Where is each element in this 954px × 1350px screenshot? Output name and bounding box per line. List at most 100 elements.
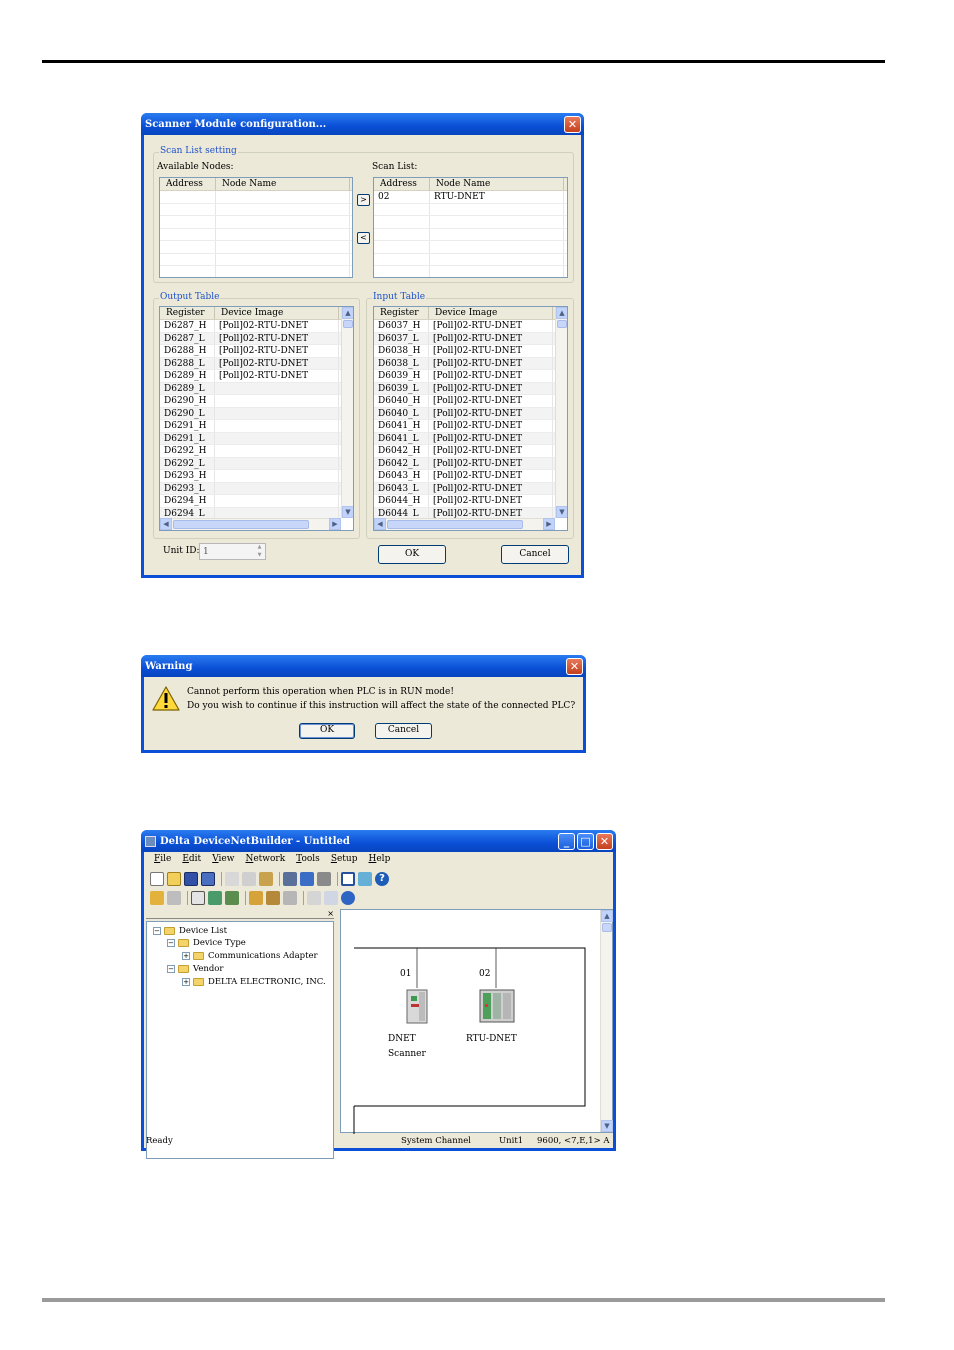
new-file-icon[interactable] bbox=[150, 872, 164, 886]
scroll-thumb[interactable] bbox=[343, 320, 353, 328]
table-row[interactable]: D6287_L [Poll]02-RTU-DNET bbox=[160, 332, 341, 345]
table-row[interactable]: D6294_H bbox=[160, 495, 341, 508]
menu-network[interactable]: Network bbox=[245, 854, 285, 868]
collapse-icon[interactable]: − bbox=[167, 939, 175, 947]
scroll-down-arrow-icon[interactable]: ▼ bbox=[601, 1120, 613, 1132]
unit-id-spinner[interactable]: 1 ▲ ▼ bbox=[199, 543, 266, 560]
open-folder-icon[interactable] bbox=[167, 872, 181, 886]
parameter-icon[interactable] bbox=[266, 891, 280, 905]
save-all-icon[interactable] bbox=[201, 872, 215, 886]
table-row[interactable] bbox=[374, 228, 567, 241]
menu-help[interactable]: Help bbox=[369, 854, 391, 868]
table-row[interactable]: D6293_L bbox=[160, 482, 341, 495]
scroll-up-arrow-icon[interactable]: ▲ bbox=[342, 307, 353, 319]
tree-item-delta-electronic[interactable]: + DELTA ELECTRONIC, INC. bbox=[182, 977, 326, 987]
table-row[interactable]: D6288_H [Poll]02-RTU-DNET bbox=[160, 345, 341, 358]
split-icon[interactable] bbox=[324, 891, 338, 905]
device-tree[interactable]: × − Device List − Device Type + Communic… bbox=[146, 909, 334, 1159]
tree-close-icon[interactable]: × bbox=[327, 909, 334, 918]
refresh-icon[interactable] bbox=[341, 891, 355, 905]
output-horizontal-scrollbar[interactable]: ◀ ▶ bbox=[160, 518, 341, 530]
device-list-toggle-icon[interactable] bbox=[341, 872, 355, 886]
table-row[interactable]: D6037_L [Poll]02-RTU-DNET bbox=[374, 332, 555, 345]
message-icon[interactable] bbox=[358, 872, 372, 886]
dnet-scanner-device-icon[interactable] bbox=[405, 988, 429, 1024]
rtu-dnet-device-icon[interactable] bbox=[478, 986, 516, 1024]
close-button[interactable]: ✕ bbox=[596, 832, 613, 850]
preview-icon[interactable] bbox=[300, 872, 314, 886]
scroll-right-arrow-icon[interactable]: ▶ bbox=[329, 518, 341, 530]
table-row[interactable]: D6038_L [Poll]02-RTU-DNET bbox=[374, 357, 555, 370]
collapse-icon[interactable]: − bbox=[167, 965, 175, 973]
table-row[interactable]: D6291_H bbox=[160, 420, 341, 433]
remove-from-scan-list-button[interactable]: < bbox=[357, 232, 370, 244]
table-row[interactable] bbox=[160, 203, 352, 216]
table-row[interactable]: D6042_H [Poll]02-RTU-DNET bbox=[374, 445, 555, 458]
table-row[interactable] bbox=[160, 191, 352, 204]
scroll-up-arrow-icon[interactable]: ▲ bbox=[556, 307, 567, 319]
menu-view[interactable]: View bbox=[212, 854, 234, 868]
device-properties-icon[interactable] bbox=[249, 891, 263, 905]
table-row[interactable]: D6287_H [Poll]02-RTU-DNET bbox=[160, 320, 341, 333]
collapse-icon[interactable]: − bbox=[153, 927, 161, 935]
table-row[interactable] bbox=[374, 266, 567, 277]
tree-item-vendor[interactable]: − Vendor bbox=[167, 964, 224, 974]
scroll-down-arrow-icon[interactable]: ▼ bbox=[342, 506, 353, 518]
table-row[interactable]: D6042_L [Poll]02-RTU-DNET bbox=[374, 457, 555, 470]
table-row[interactable]: D6293_H bbox=[160, 470, 341, 483]
table-row[interactable]: D6039_L [Poll]02-RTU-DNET bbox=[374, 382, 555, 395]
table-row[interactable]: D6291_L bbox=[160, 432, 341, 445]
column-header-device-image[interactable]: Device Image bbox=[429, 307, 553, 319]
table-row[interactable] bbox=[160, 253, 352, 266]
column-header-address[interactable]: Address bbox=[374, 178, 430, 190]
scroll-down-arrow-icon[interactable]: ▼ bbox=[556, 506, 567, 518]
ok-button[interactable]: OK bbox=[299, 723, 355, 739]
spin-down-icon[interactable]: ▼ bbox=[254, 552, 265, 559]
close-button[interactable]: ✕ bbox=[564, 115, 581, 133]
table-row[interactable]: D6037_H [Poll]02-RTU-DNET bbox=[374, 320, 555, 333]
cancel-button[interactable]: Cancel bbox=[501, 545, 569, 564]
table-row[interactable] bbox=[374, 203, 567, 216]
grid-icon[interactable] bbox=[307, 891, 321, 905]
table-row[interactable]: D6289_L bbox=[160, 382, 341, 395]
paste-icon[interactable] bbox=[259, 872, 273, 886]
title-bar[interactable]: Delta DeviceNetBuilder - Untitled _ □ ✕ bbox=[141, 830, 616, 852]
scan-list[interactable]: Address Node Name 02 RTU-DNET bbox=[373, 177, 568, 278]
table-row[interactable] bbox=[160, 216, 352, 229]
table-row[interactable]: D6039_H [Poll]02-RTU-DNET bbox=[374, 370, 555, 383]
scroll-left-arrow-icon[interactable]: ◀ bbox=[160, 518, 172, 530]
menu-file[interactable]: File bbox=[154, 854, 171, 868]
table-row[interactable] bbox=[160, 266, 352, 277]
column-header-register[interactable]: Register bbox=[160, 307, 215, 319]
table-row[interactable] bbox=[374, 241, 567, 254]
save-icon[interactable] bbox=[184, 872, 198, 886]
download-icon[interactable] bbox=[208, 891, 222, 905]
upload-network-icon[interactable] bbox=[225, 891, 239, 905]
table-row[interactable]: D6044_H [Poll]02-RTU-DNET bbox=[374, 495, 555, 508]
close-button[interactable]: ✕ bbox=[566, 657, 583, 675]
input-vertical-scrollbar[interactable]: ▲ ▼ bbox=[555, 307, 567, 518]
table-row[interactable]: D6040_H [Poll]02-RTU-DNET bbox=[374, 395, 555, 408]
available-nodes-list[interactable]: Address Node Name bbox=[159, 177, 353, 278]
output-vertical-scrollbar[interactable]: ▲ ▼ bbox=[341, 307, 353, 518]
scroll-thumb[interactable] bbox=[557, 320, 567, 328]
input-horizontal-scrollbar[interactable]: ◀ ▶ bbox=[374, 518, 555, 530]
table-row[interactable] bbox=[374, 253, 567, 266]
table-row[interactable]: D6038_H [Poll]02-RTU-DNET bbox=[374, 345, 555, 358]
help-icon[interactable]: ? bbox=[375, 872, 389, 886]
print-icon[interactable] bbox=[317, 872, 331, 886]
table-row[interactable]: D6043_H [Poll]02-RTU-DNET bbox=[374, 470, 555, 483]
column-header-address[interactable]: Address bbox=[160, 178, 216, 190]
ok-button[interactable]: OK bbox=[378, 545, 446, 564]
input-table-list[interactable]: Register Device Image D6037_H [Poll]02-RT… bbox=[373, 306, 568, 531]
table-row[interactable]: D6290_H bbox=[160, 395, 341, 408]
cut-icon[interactable] bbox=[225, 872, 239, 886]
scroll-thumb[interactable] bbox=[173, 520, 309, 529]
tree-item-device-type[interactable]: − Device Type bbox=[167, 938, 246, 948]
menu-setup[interactable]: Setup bbox=[331, 854, 358, 868]
maximize-button[interactable]: □ bbox=[577, 832, 594, 850]
offline-icon[interactable] bbox=[167, 891, 181, 905]
column-header-device-image[interactable]: Device Image bbox=[215, 307, 339, 319]
network-canvas[interactable]: 01 02 DNET Scanner RTU-DNET ▲ ▼ bbox=[340, 909, 613, 1134]
table-row[interactable]: 02 RTU-DNET bbox=[374, 191, 567, 204]
